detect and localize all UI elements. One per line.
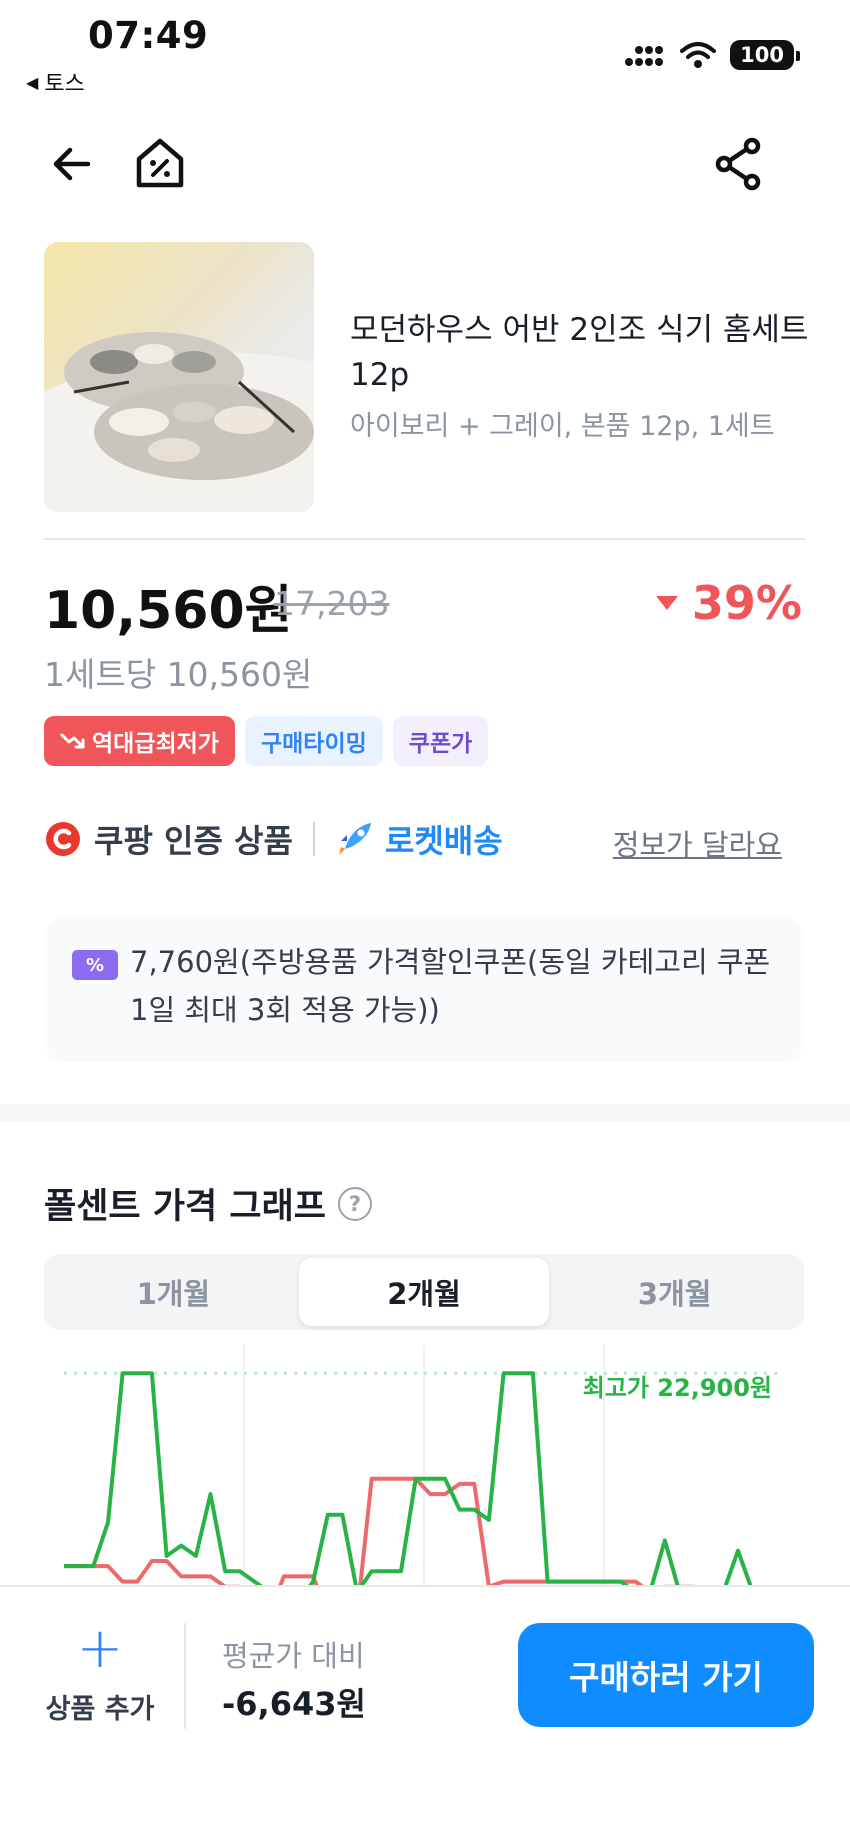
- coupon-box: % 7,760원(주방용품 가격할인쿠폰(동일 카테고리 쿠폰 1일 최대 3회…: [44, 916, 804, 1062]
- lowest-price-badge: 역대급최저가: [44, 716, 235, 766]
- back-triangle-icon: ◀: [26, 72, 39, 92]
- coupon-text: 7,760원(주방용품 가격할인쿠폰(동일 카테고리 쿠폰 1일 최대 3회 적…: [130, 945, 771, 1027]
- graph-title-text: 폴센트 가격 그래프: [44, 1187, 326, 1227]
- coupon-price-badge: 쿠폰가: [392, 716, 489, 766]
- status-time: 07:49: [88, 14, 209, 57]
- lowest-price-label: 역대급최저가: [92, 731, 219, 757]
- discount-rate: 39%: [655, 576, 802, 630]
- section-divider: [0, 1104, 850, 1122]
- report-info-link[interactable]: 정보가 달라요: [613, 822, 782, 864]
- home-percent-icon: [136, 138, 184, 188]
- current-price: 10,560원: [44, 581, 293, 641]
- cert-separator: [312, 822, 315, 856]
- trend-down-icon: [60, 733, 85, 749]
- buy-timing-badge: 구매타이밍: [244, 716, 383, 766]
- home-discount-button[interactable]: [128, 132, 192, 196]
- unit-price: 1세트당 10,560원: [44, 655, 313, 694]
- wifi-icon: [680, 42, 717, 68]
- certification-row: 쿠팡 인증 상품 로켓배송: [44, 816, 503, 862]
- help-icon[interactable]: ?: [337, 1186, 372, 1221]
- add-product-button[interactable]: + 상품 추가: [30, 1621, 170, 1726]
- product-image[interactable]: [44, 242, 314, 512]
- tab-2-months[interactable]: 2개월: [298, 1258, 550, 1326]
- arrow-left-icon: [53, 147, 91, 181]
- original-price: 17,203: [274, 584, 390, 623]
- back-to-app-link[interactable]: ◀ 토스: [26, 66, 85, 98]
- divider: [44, 538, 806, 540]
- rocket-delivery-label: 로켓배송: [384, 822, 503, 860]
- coupon-percent-icon: %: [72, 950, 118, 980]
- discount-value: 39%: [691, 576, 802, 630]
- coupang-certified-label: 쿠팡 인증 상품: [94, 822, 293, 860]
- back-app-label: 토스: [44, 72, 85, 97]
- price-chart[interactable]: [0, 1345, 850, 1585]
- average-compare-value: -6,643원: [222, 1685, 366, 1723]
- tab-3-months[interactable]: 3개월: [549, 1258, 800, 1326]
- badge-row: 역대급최저가 구매타이밍 쿠폰가: [44, 716, 489, 766]
- plus-icon: +: [76, 1616, 124, 1681]
- down-triangle-icon: [655, 596, 678, 610]
- tab-1-month[interactable]: 1개월: [48, 1258, 299, 1326]
- status-icons: 100: [624, 40, 800, 70]
- dinnerware-illustration: [44, 332, 314, 512]
- share-button[interactable]: [706, 132, 770, 196]
- coupang-c-icon: [46, 822, 80, 856]
- product-title: 모던하우스 어반 2인조 식기 홈세트 12p: [350, 312, 809, 393]
- battery-icon: 100: [730, 40, 800, 70]
- share-icon: [715, 137, 761, 191]
- rocket-icon: [338, 823, 371, 855]
- back-button[interactable]: [40, 132, 104, 196]
- add-product-label: 상품 추가: [45, 1694, 155, 1725]
- buy-button[interactable]: 구매하러 가기: [518, 1623, 814, 1727]
- graph-title: 폴센트 가격 그래프 ?: [44, 1178, 372, 1229]
- product-option: 아이보리 + 그레이, 본품 12p, 1세트: [350, 411, 775, 442]
- average-compare-label: 평균가 대비: [222, 1639, 365, 1673]
- bottom-separator: [184, 1623, 186, 1729]
- period-tabs: 1개월 2개월 3개월: [44, 1254, 804, 1330]
- signal-icon: [625, 46, 664, 66]
- bottom-bar: + 상품 추가 평균가 대비 -6,643원 구매하러 가기: [0, 1585, 850, 1839]
